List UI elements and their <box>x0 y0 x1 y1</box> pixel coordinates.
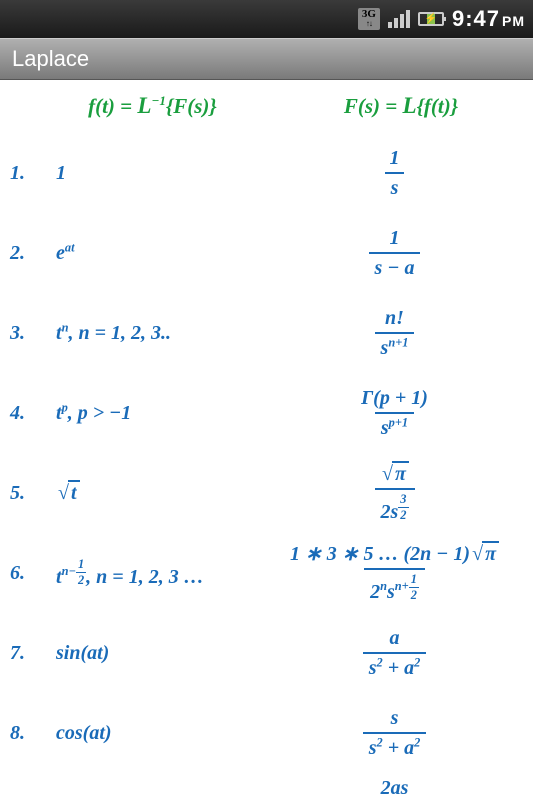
status-clock: 9:47PM <box>452 6 525 32</box>
table-row: 5.tπ2s32 <box>8 457 525 529</box>
fs-formula: π2s32 <box>264 462 525 524</box>
network-arrows-icon: ↑↓ <box>366 19 372 28</box>
table-row: 1.11s <box>8 137 525 209</box>
fs-formula: ss2 + a2 <box>264 706 525 760</box>
row-number: 1. <box>8 162 44 185</box>
ft-formula: tp, p > −1 <box>44 402 264 425</box>
ft-formula: tn, n = 1, 2, 3.. <box>44 322 264 345</box>
fs-formula: Γ(p + 1)sp+1 <box>264 386 525 440</box>
fs-formula: 1s − a <box>264 226 525 280</box>
laplace-table: 1.11s 2.eat1s − a 3.tn, n = 1, 2, 3..n!sn+… <box>8 137 525 769</box>
header-fs: F(s) = L{f(t)} <box>277 92 525 119</box>
table-row: 2.eat1s − a <box>8 217 525 289</box>
status-bar: 3G ↑↓ ⚡ 9:47PM <box>0 0 533 38</box>
row-number: 5. <box>8 482 44 505</box>
ft-formula: cos(at) <box>44 722 264 745</box>
row-number: 8. <box>8 722 44 745</box>
row-number: 2. <box>8 242 44 265</box>
partial-formula: 2as <box>381 777 409 800</box>
fs-formula: 1 ∗ 3 ∗ 5 … (2n − 1)π2nsn+12 <box>264 542 525 604</box>
ft-formula: tn−12, n = 1, 2, 3 … <box>44 557 264 589</box>
table-row: 4.tp, p > −1Γ(p + 1)sp+1 <box>8 377 525 449</box>
battery-icon: ⚡ <box>418 12 444 26</box>
content-area[interactable]: f(t) = L−1{F(s)} F(s) = L{f(t)} 1.11s 2.e… <box>0 80 533 800</box>
fs-formula: n!sn+1 <box>264 306 525 360</box>
row-number: 7. <box>8 642 44 665</box>
ft-formula: t <box>44 482 264 505</box>
ft-formula: 1 <box>44 162 264 185</box>
network-badge-text: 3G <box>362 10 376 19</box>
row-number: 4. <box>8 402 44 425</box>
charging-bolt-icon: ⚡ <box>425 14 437 25</box>
table-row: 6.tn−12, n = 1, 2, 3 …1 ∗ 3 ∗ 5 … (2n − … <box>8 537 525 609</box>
row-number: 6. <box>8 562 44 585</box>
table-row: 7.sin(at)as2 + a2 <box>8 617 525 689</box>
title-bar: Laplace <box>0 38 533 80</box>
clock-time: 9:47 <box>452 6 500 31</box>
partial-row: 2as <box>8 777 525 800</box>
network-3g-icon: 3G ↑↓ <box>358 8 380 30</box>
fs-formula: 1s <box>264 146 525 200</box>
signal-icon <box>388 10 410 28</box>
page-title: Laplace <box>12 46 89 72</box>
row-number: 3. <box>8 322 44 345</box>
header-ft: f(t) = L−1{F(s)} <box>8 92 277 119</box>
table-row: 8.cos(at)ss2 + a2 <box>8 697 525 769</box>
ft-formula: eat <box>44 242 264 265</box>
ft-formula: sin(at) <box>44 642 264 665</box>
table-header: f(t) = L−1{F(s)} F(s) = L{f(t)} <box>8 92 525 119</box>
fs-formula: as2 + a2 <box>264 626 525 680</box>
table-row: 3.tn, n = 1, 2, 3..n!sn+1 <box>8 297 525 369</box>
clock-ampm: PM <box>502 13 525 29</box>
